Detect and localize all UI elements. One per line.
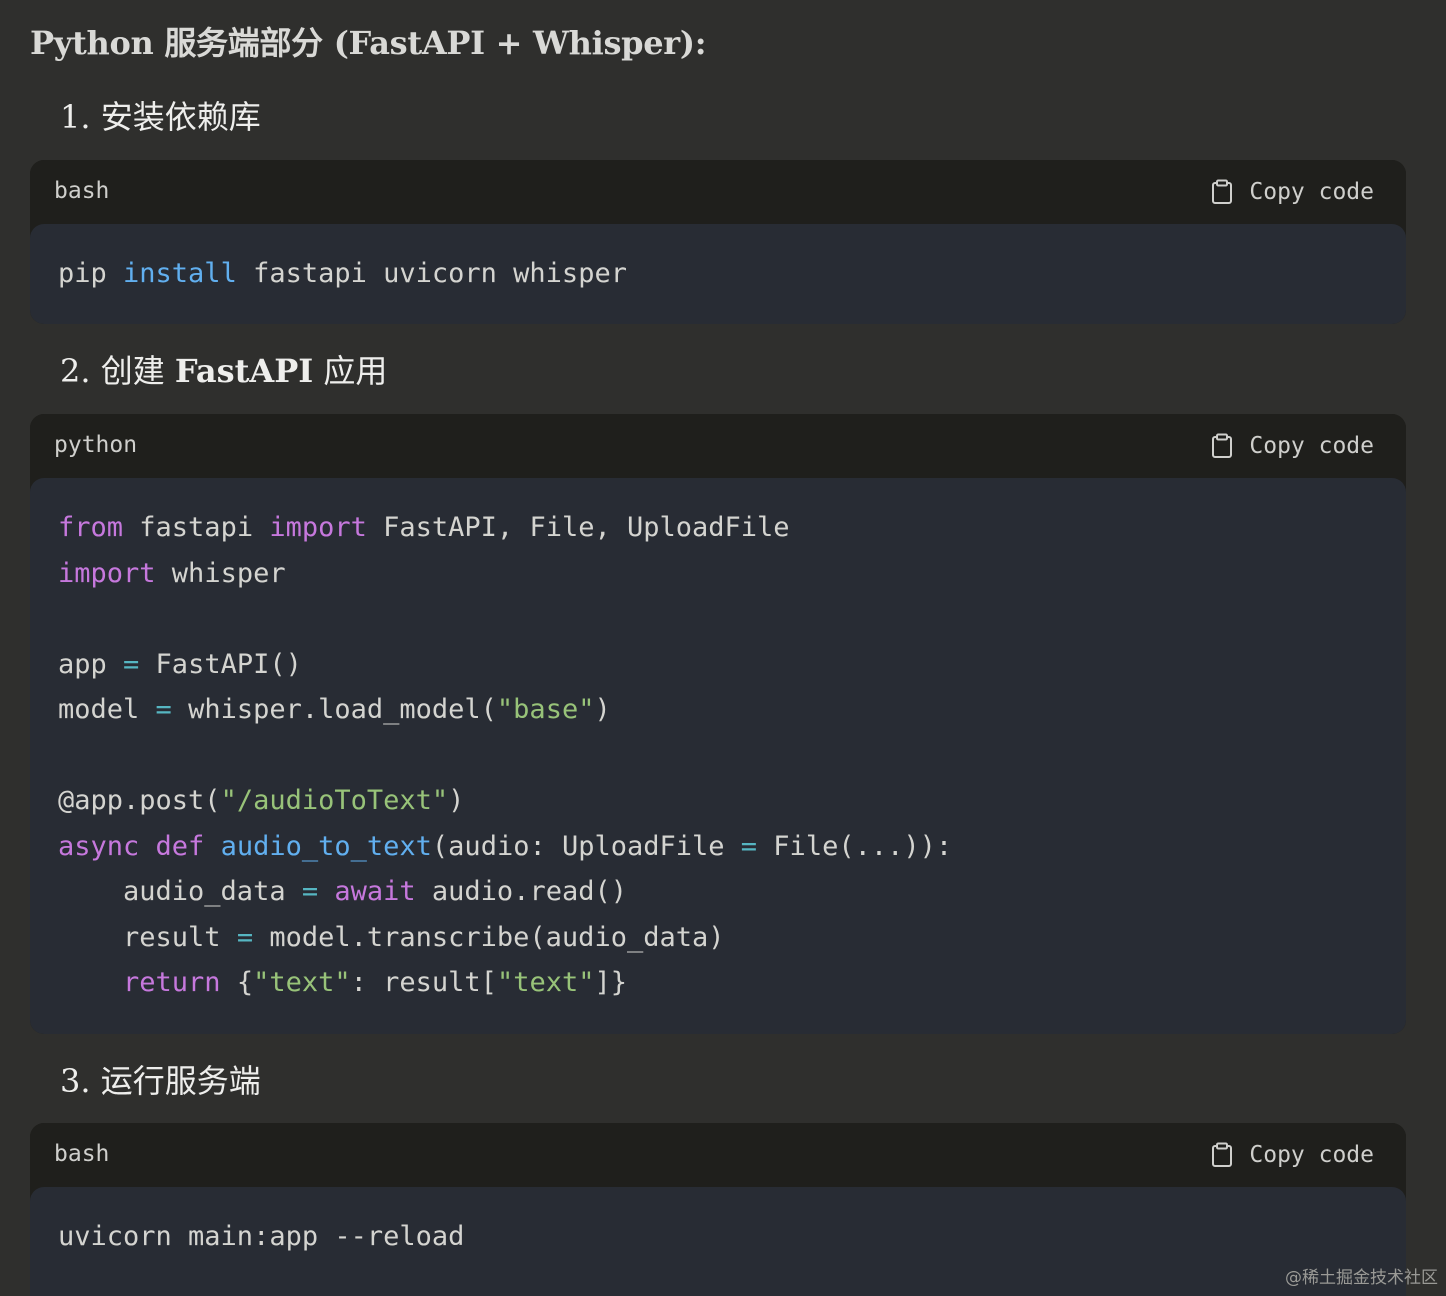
- code-token: "base": [496, 694, 595, 725]
- code-token: (audio: UploadFile: [431, 830, 741, 862]
- code-line: from fastapi import FastAPI, File, Uploa…: [58, 505, 790, 551]
- step-3-title: 3. 运行服务端: [60, 1056, 261, 1102]
- code-token: import: [58, 557, 156, 589]
- code-line: pip install fastapi uvicorn whisper: [58, 251, 627, 297]
- watermark: @稀土掘金技术社区: [1285, 1268, 1438, 1288]
- code-block-bash-install: bash Copy code pip install fastapi uvico…: [30, 160, 1406, 324]
- code-token: model: [58, 694, 156, 725]
- code-token: audio_to_text: [220, 830, 432, 862]
- code-token: "text": [496, 967, 595, 998]
- code-token: File(...)):: [757, 830, 953, 862]
- code-token: "text": [253, 967, 351, 998]
- step-2-text-a: 创建: [100, 352, 165, 390]
- code-line: @app.post("/audioToText"): [58, 778, 464, 824]
- code-token: pip: [58, 258, 124, 289]
- step-2-title: 2. 创建 FastAPI 应用: [60, 346, 387, 392]
- code-token: FastAPI, File, UploadFile: [366, 512, 790, 543]
- step-2-number: 2.: [60, 352, 91, 390]
- step-1-number: 1.: [60, 98, 91, 136]
- code-token: =: [155, 694, 172, 725]
- code-token: fastapi: [123, 512, 270, 543]
- code-body: uvicorn main:app --reload: [30, 1187, 1406, 1296]
- code-token: def: [155, 830, 205, 862]
- copy-code-button[interactable]: Copy code: [1211, 430, 1374, 462]
- code-block-bash-run: bash Copy code uvicorn main:app --reload: [30, 1123, 1406, 1296]
- code-body: from fastapi import FastAPI, File, Uploa…: [30, 478, 1406, 1034]
- section-heading: Python 服务端部分 (FastAPI + Whisper):: [30, 24, 707, 62]
- step-1-text: 安装依赖库: [100, 98, 261, 136]
- clipboard-icon: [1211, 1142, 1233, 1168]
- code-token: =: [740, 830, 758, 862]
- code-block-header: bash Copy code: [30, 160, 1406, 224]
- code-line: async def audio_to_text(audio: UploadFil…: [58, 824, 952, 870]
- copy-code-button[interactable]: Copy code: [1211, 1139, 1374, 1171]
- code-token: {: [220, 967, 254, 998]
- code-token: async: [58, 830, 140, 862]
- code-token: fastapi uvicorn whisper: [236, 258, 627, 289]
- code-token: : result[: [350, 967, 497, 998]
- step-3-number: 3.: [60, 1062, 91, 1100]
- copy-code-button[interactable]: Copy code: [1211, 176, 1374, 208]
- code-block-python: python Copy code from fastapi import Fas…: [30, 414, 1406, 1034]
- code-token: uvicorn main:app --reload: [58, 1221, 465, 1252]
- code-block-header: bash Copy code: [30, 1123, 1406, 1187]
- copy-code-label: Copy code: [1249, 1142, 1374, 1168]
- code-token: whisper.load_model(: [171, 694, 497, 725]
- code-block-header: python Copy code: [30, 414, 1406, 478]
- code-token: =: [236, 921, 254, 953]
- code-language-label: python: [54, 432, 138, 458]
- code-token: app: [58, 648, 124, 680]
- step-2-text-c: 应用: [323, 352, 388, 390]
- code-token: model.transcribe(audio_data): [253, 921, 725, 953]
- code-language-label: bash: [54, 1141, 110, 1167]
- code-token: return: [123, 967, 221, 998]
- clipboard-icon: [1211, 179, 1233, 205]
- code-token: @app.post(: [58, 785, 221, 816]
- code-line: result = model.transcribe(audio_data): [58, 915, 724, 961]
- code-line: import whisper: [58, 551, 286, 597]
- code-token: result: [58, 921, 237, 953]
- code-token: ]}: [594, 967, 628, 998]
- clipboard-icon: [1211, 433, 1233, 459]
- code-token: =: [123, 648, 140, 680]
- code-token: import: [269, 512, 367, 543]
- code-line: return {"text": result["text"]}: [58, 960, 627, 1006]
- code-body: pip install fastapi uvicorn whisper: [30, 224, 1406, 324]
- copy-code-label: Copy code: [1249, 179, 1374, 205]
- code-token: =: [301, 876, 319, 907]
- code-token: ): [448, 785, 465, 816]
- code-token: ): [594, 694, 611, 725]
- code-line: app = FastAPI(): [58, 642, 302, 688]
- code-token: await: [334, 876, 416, 907]
- code-language-label: bash: [54, 178, 110, 204]
- step-3-text: 运行服务端: [100, 1062, 261, 1100]
- code-token: install: [123, 258, 237, 289]
- code-line: audio_data = await audio.read(): [58, 869, 627, 915]
- step-1-title: 1. 安装依赖库: [60, 92, 261, 138]
- code-line: model = whisper.load_model("base"): [58, 687, 611, 733]
- step-2-text-b: FastAPI: [174, 352, 314, 390]
- code-token: from: [58, 512, 124, 543]
- code-token: audio.read(): [415, 876, 627, 907]
- code-token: whisper: [155, 557, 286, 589]
- code-token: FastAPI(): [139, 648, 302, 680]
- code-line: uvicorn main:app --reload: [58, 1214, 464, 1260]
- copy-code-label: Copy code: [1249, 433, 1374, 459]
- code-token: "/audioToText": [220, 785, 449, 816]
- code-token: audio_data: [58, 876, 302, 907]
